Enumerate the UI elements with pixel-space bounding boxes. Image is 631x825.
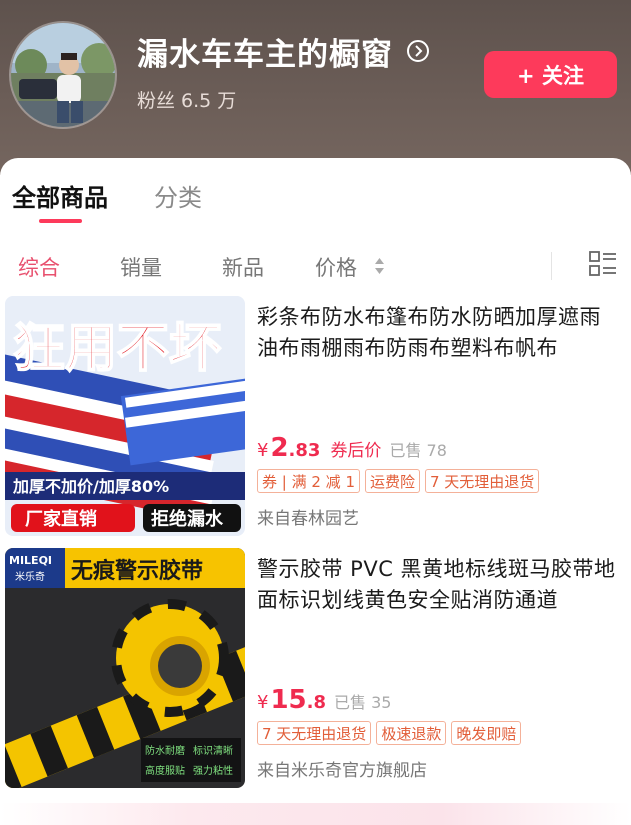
sort-new[interactable]: 新品	[222, 252, 264, 282]
shop-title-row[interactable]: 漏水车车主的橱窗	[137, 28, 429, 74]
sort-bar: 综合 销量 新品 价格	[0, 248, 631, 284]
sort-updown-icon[interactable]	[374, 256, 385, 276]
tarp-badge-waterproof: 拒绝漏水	[151, 508, 224, 530]
price-decimal: .8	[306, 692, 327, 713]
tag-return: 7 天无理由退货	[425, 469, 540, 493]
sort-price[interactable]: 价格	[315, 252, 357, 282]
tarp-product-image: 狂用不坏 加厚不加价/加厚80% 厂家直销 拒绝漏水	[5, 296, 245, 536]
tarp-subline: 加厚不加价/加厚80%	[12, 477, 169, 496]
avatar-photo	[11, 23, 115, 127]
shop-name: 漏水车车主的橱窗	[137, 36, 393, 73]
tag-late-compensation: 晚发即赔	[451, 721, 522, 745]
product-card[interactable]: 狂用不坏 加厚不加价/加厚80% 厂家直销 拒绝漏水 彩条布防水布篷布防水防晒加…	[0, 296, 631, 538]
tape-feature-4: 强力粘性	[193, 764, 233, 777]
price-integer: 15	[270, 685, 307, 715]
tarp-badge-direct: 厂家直销	[25, 508, 97, 530]
price-decimal: .83	[288, 440, 321, 461]
tarp-headline: 狂用不坏	[13, 319, 221, 379]
price-row: ¥ 2 .83 券后价 已售 78	[257, 433, 447, 463]
sort-price-label: 价格	[315, 256, 357, 280]
price-integer: 2	[270, 433, 289, 463]
sort-sales[interactable]: 销量	[120, 252, 162, 282]
tape-brand-cn: 米乐奇	[15, 570, 45, 583]
price-row: ¥ 15 .8 已售 35	[257, 685, 391, 715]
price-symbol: ¥	[257, 692, 269, 713]
tab-category[interactable]: 分类	[154, 178, 202, 218]
list-layout-icon[interactable]	[589, 250, 617, 278]
tab-active-indicator	[39, 219, 82, 223]
product-sheet: 全部商品 分类 综合 销量 新品 价格 狂用不坏 加厚不加价/加厚80% 厂家直…	[0, 158, 631, 825]
product-shop[interactable]: 来自米乐奇官方旗舰店	[257, 756, 427, 781]
shop-header: 漏水车车主的橱窗 粉丝 6.5 万 + 关注	[0, 0, 631, 175]
product-shop[interactable]: 来自春林园艺	[257, 504, 359, 529]
fans-count: 粉丝 6.5 万	[137, 90, 237, 112]
tape-brand: MILEQI	[9, 554, 52, 567]
product-card[interactable]: MILEQI 米乐奇 无痕警示胶带 防水耐磨 标识清晰 高度服贴 强力粘性 警示…	[0, 548, 631, 790]
tag-return: 7 天无理由退货	[257, 721, 372, 745]
price-label: 券后价	[330, 441, 382, 461]
product-image[interactable]: 狂用不坏 加厚不加价/加厚80% 厂家直销 拒绝漏水	[5, 296, 245, 536]
tag-fast-refund: 极速退款	[376, 721, 447, 745]
tape-product-image: MILEQI 米乐奇 无痕警示胶带 防水耐磨 标识清晰 高度服贴 强力粘性	[5, 548, 245, 788]
sort-comprehensive[interactable]: 综合	[18, 252, 60, 282]
sold-count: 已售 78	[389, 441, 447, 460]
sold-count: 已售 35	[334, 693, 392, 712]
product-image[interactable]: MILEQI 米乐奇 无痕警示胶带 防水耐磨 标识清晰 高度服贴 强力粘性	[5, 548, 245, 788]
tag-coupon: 券 | 满 2 减 1	[257, 469, 360, 493]
tag-list: 7 天无理由退货 极速退款 晚发即赔	[257, 721, 522, 745]
tape-feature-3: 高度服贴	[145, 764, 185, 777]
product-title[interactable]: 警示胶带 PVC 黑黄地标线斑马胶带地面标识划线黄色安全贴消防通道	[257, 554, 621, 616]
sort-divider	[551, 252, 552, 280]
tag-list: 券 | 满 2 减 1 运费险 7 天无理由退货	[257, 469, 540, 493]
next-card-peek	[0, 803, 631, 825]
tape-feature-1: 防水耐磨	[145, 744, 185, 757]
tape-headline: 无痕警示胶带	[71, 558, 203, 584]
product-title[interactable]: 彩条布防水布篷布防水防晒加厚遮雨油布雨棚雨布防雨布塑料布帆布	[257, 302, 621, 364]
tape-feature-2: 标识清晰	[193, 744, 233, 757]
follow-button[interactable]: + 关注	[484, 51, 617, 98]
chevron-right-icon[interactable]	[407, 40, 429, 62]
price-symbol: ¥	[257, 440, 269, 461]
tab-all-products[interactable]: 全部商品	[12, 178, 108, 218]
avatar[interactable]	[9, 21, 117, 129]
tag-freight-insurance: 运费险	[364, 469, 420, 493]
tab-bar: 全部商品 分类	[12, 178, 202, 218]
follow-label: + 关注	[517, 63, 584, 88]
